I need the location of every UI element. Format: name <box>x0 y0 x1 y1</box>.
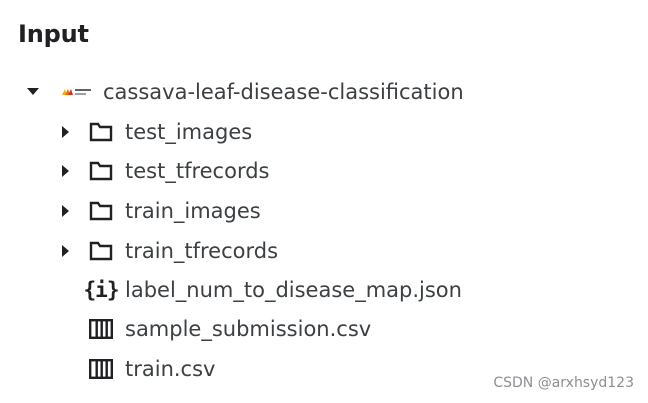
tree-item-label: label_num_to_disease_map.json <box>125 278 462 302</box>
tree-item-label: train_tfrecords <box>125 239 279 263</box>
dataset-name: cassava-leaf-disease-classification <box>103 80 464 104</box>
caret-right-icon[interactable] <box>56 155 74 187</box>
caret-right-icon[interactable] <box>56 235 74 267</box>
tree-item-label: test_images <box>125 120 253 144</box>
folder-icon <box>88 235 114 267</box>
input-panel-title: Input <box>18 20 89 48</box>
table-file-icon <box>88 353 114 385</box>
caret-down-icon[interactable] <box>24 76 42 108</box>
folder-icon <box>88 116 114 148</box>
caret-right-icon[interactable] <box>56 195 74 227</box>
caret-right-icon[interactable] <box>56 116 74 148</box>
tree-item-test-tfrecords[interactable]: test_tfrecords <box>56 155 269 187</box>
folder-icon <box>88 195 114 227</box>
tree-item-label: train.csv <box>125 357 216 381</box>
tree-item-label-map-json[interactable]: {i} label_num_to_disease_map.json <box>56 274 462 306</box>
tree-item-train-csv[interactable]: train.csv <box>56 353 215 385</box>
tree-item-train-tfrecords[interactable]: train_tfrecords <box>56 235 278 267</box>
folder-icon <box>88 155 114 187</box>
tree-item-label: train_images <box>125 199 261 223</box>
dataset-logo-icon <box>60 76 94 108</box>
tree-item-label: sample_submission.csv <box>125 317 372 341</box>
tree-item-label: test_tfrecords <box>125 159 270 183</box>
tree-item-train-images[interactable]: train_images <box>56 195 261 227</box>
tree-item-dataset[interactable]: cassava-leaf-disease-classification <box>24 76 464 108</box>
watermark: CSDN @arxhsyd123 <box>493 375 634 391</box>
table-file-icon <box>88 313 114 345</box>
tree-item-sample-submission-csv[interactable]: sample_submission.csv <box>56 313 371 345</box>
json-file-icon: {i} <box>83 278 120 302</box>
tree-item-test-images[interactable]: test_images <box>56 116 252 148</box>
